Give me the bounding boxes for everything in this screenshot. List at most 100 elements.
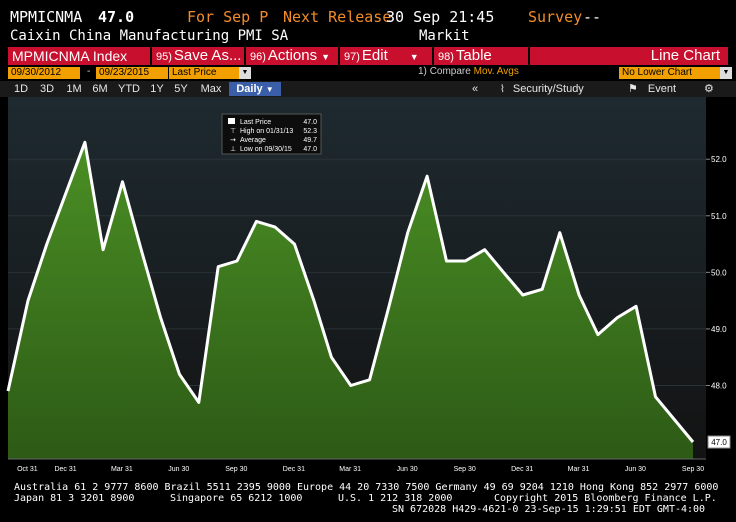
legend-swatch [228, 118, 235, 124]
security-name: Caixin China Manufacturing PMI SA [10, 28, 289, 44]
chart-type-button[interactable]: Line Chart [530, 47, 728, 65]
timeframe-row: 1D 3D 1M 6M YTD 1Y 5Y Max Daily ▼ « ⌇ Sec… [0, 81, 736, 97]
legend-last-label: Last Price [240, 119, 271, 126]
x-tick-label: Sep 30 [225, 466, 247, 473]
footer-copyright: Copyright 2015 Bloomberg Finance L.P. [494, 493, 717, 504]
y-tick-label: 52.0 [711, 155, 727, 164]
compare-control[interactable]: 1) Compare Mov. Avgs [418, 66, 519, 77]
edit-button[interactable]: 97) Edit ▼ [340, 47, 432, 65]
footer-us: U.S. 1 212 318 2000 [338, 493, 453, 504]
x-tick-label: Mar 31 [339, 466, 361, 473]
security-study-label: Security/Study [512, 83, 584, 95]
legend-low-value: 47.0 [303, 146, 317, 153]
x-axis: Oct 31 Dec 31 Mar 31 Jun 30 Sep 30 Dec 31 Mar … [8, 458, 706, 473]
flag-icon: ⚑ [628, 83, 638, 95]
period-label: For Sep P [187, 8, 269, 26]
chevron-down-icon: ▼ [409, 52, 419, 62]
start-date-field[interactable]: 09/30/2012 [8, 67, 80, 79]
chart-tool-icon: ⌇ [500, 84, 505, 95]
actions-label: Actions [267, 47, 318, 64]
legend-avg-label: Average [240, 137, 266, 144]
event-label: Event [647, 83, 677, 95]
actions-button[interactable]: 96) Actions ▼ [246, 47, 338, 65]
table-label: Table [455, 47, 492, 64]
footer: Australia 61 2 9777 8600 Brazil 5511 239… [0, 480, 736, 522]
timeframe-1y[interactable]: 1Y [146, 82, 168, 96]
survey-value: -- [583, 8, 602, 26]
save-as-number: 95) [156, 51, 172, 63]
legend-high-label: High on 01/31/13 [240, 128, 293, 135]
legend-last-value: 47.0 [303, 119, 317, 126]
frequency-label: Daily [236, 83, 263, 95]
date-range-row: 09/30/2012 - 09/23/2015 Last Price ▼ 1) … [0, 66, 736, 80]
timeframe-5y[interactable]: 5Y [170, 82, 192, 96]
last-value-label: 47.0 [711, 438, 727, 447]
end-date-field[interactable]: 09/23/2015 [96, 67, 168, 79]
timeframe-1m[interactable]: 1M [62, 82, 86, 96]
collapse-button[interactable]: « [472, 82, 478, 96]
save-as-button[interactable]: 95) Save As... [152, 47, 244, 65]
timeframe-6m[interactable]: 6M [88, 82, 112, 96]
x-tick-label: Jun 30 [168, 466, 189, 473]
security-study-button[interactable]: ⌇ Security/Study [500, 82, 584, 96]
y-tick-label: 50.0 [711, 268, 727, 277]
x-tick-label: Dec 31 [511, 466, 533, 473]
footer-singapore: Singapore 65 6212 1000 [170, 493, 303, 504]
compare-label: Compare [429, 66, 471, 77]
y-tick-label: 51.0 [711, 212, 727, 221]
ticker-field[interactable]: MPMICNMA Index [8, 47, 150, 65]
legend-high-value: 52.3 [303, 128, 317, 135]
x-tick-label: Dec 31 [54, 466, 76, 473]
timeframe-3d[interactable]: 3D [36, 82, 58, 96]
chevron-down-icon: ▼ [265, 85, 274, 94]
event-button[interactable]: ⚑ Event [628, 82, 676, 96]
legend-avg-value: 49.7 [303, 137, 317, 144]
lower-chart-select[interactable]: No Lower Chart [619, 67, 720, 79]
date-separator: - [87, 66, 91, 77]
chevron-down-icon[interactable]: ▼ [239, 67, 251, 79]
survey-label: Survey [528, 8, 583, 26]
actions-number: 96) [250, 51, 266, 63]
legend-low-label: Low on 09/30/15 [240, 146, 292, 153]
timeframe-max[interactable]: Max [196, 82, 226, 96]
toolbar: MPMICNMA Index 95) Save As... 96) Actions ▼… [0, 46, 736, 66]
data-source: Markit [419, 28, 470, 44]
x-tick-label: Oct 31 [17, 466, 38, 473]
x-tick-label: Dec 31 [283, 466, 305, 473]
security-header: MPMICNMA 47.0 For Sep P Next Release 30 … [0, 6, 736, 28]
y-tick-label: 48.0 [711, 381, 727, 390]
save-as-label: Save As... [173, 47, 242, 64]
line-chart: 52.0 51.0 50.0 49.0 48.0 Oct 31 Dec 31 Mar 31 J… [6, 97, 731, 473]
ticker-label: MPMICNMA [10, 8, 83, 26]
compare-number: 1) [418, 66, 427, 77]
table-number: 98) [438, 51, 454, 63]
next-release-label: Next Release [283, 8, 392, 26]
x-tick-label: Mar 31 [111, 466, 133, 473]
average-icon: → [230, 136, 236, 144]
y-tick-label: 49.0 [711, 325, 727, 334]
y-axis: 52.0 51.0 50.0 49.0 48.0 [706, 155, 727, 390]
next-release-value: 30 Sep 21:45 [386, 8, 495, 26]
low-arrow-icon: ⊥ [230, 145, 236, 153]
compare-value: Mov. Avgs [473, 66, 519, 77]
edit-label: Edit [361, 47, 388, 64]
footer-session: SN 672028 H429-4621-0 23-Sep-15 1:29:51 … [392, 504, 706, 515]
chart-type-label: Line Chart [650, 47, 720, 64]
timeframe-1d[interactable]: 1D [10, 82, 32, 96]
last-value-tag: 47.0 [707, 435, 731, 449]
gear-icon[interactable]: ⚙ [704, 82, 714, 96]
x-tick-label: Sep 30 [454, 466, 476, 473]
high-arrow-icon: ⊤ [230, 127, 236, 135]
chevron-down-icon[interactable]: ▼ [720, 67, 732, 79]
timeframe-ytd[interactable]: YTD [114, 82, 144, 96]
table-button[interactable]: 98) Table [434, 47, 528, 65]
frequency-select[interactable]: Daily ▼ [229, 82, 281, 96]
x-tick-label: Jun 30 [625, 466, 646, 473]
edit-number: 97) [344, 51, 360, 63]
footer-contacts-line1: Australia 61 2 9777 8600 Brazil 5511 239… [14, 482, 719, 493]
legend[interactable]: Last Price 47.0 ⊤ High on 01/31/13 52.3 … [221, 113, 322, 155]
price-field-select[interactable]: Last Price [169, 67, 239, 79]
x-tick-label: Sep 30 [682, 466, 704, 473]
footer-japan: Japan 81 3 3201 8900 [14, 493, 135, 504]
last-value: 47.0 [98, 8, 135, 26]
